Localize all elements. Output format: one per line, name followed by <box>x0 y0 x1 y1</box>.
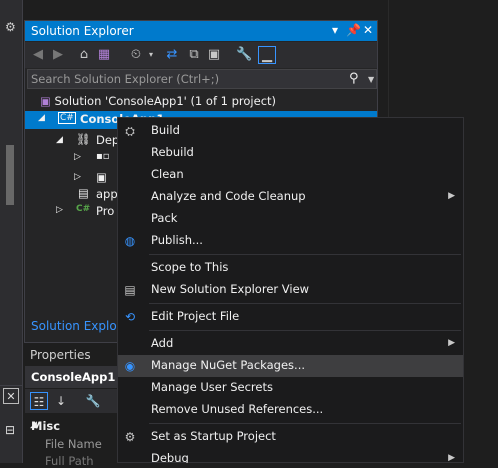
appsettings-label[interactable]: app <box>96 187 118 201</box>
forward-icon[interactable]: ▶ <box>50 46 66 64</box>
csharp-project-icon: C# <box>58 112 76 124</box>
sync-icon[interactable]: ⇄ <box>164 46 180 64</box>
chevron-down-icon[interactable]: ▼ <box>368 75 374 84</box>
chevron-down-icon[interactable]: ▾ <box>146 46 156 64</box>
home-icon[interactable]: ⌂ <box>76 46 92 64</box>
properties-title: Properties <box>30 348 91 362</box>
wrench-icon[interactable]: 🔧 <box>84 392 102 410</box>
refresh-icon: ⟲ <box>124 310 136 324</box>
expand-icon[interactable]: ◢ <box>38 113 45 123</box>
solution-label: Solution 'ConsoleApp1' (1 of 1 project) <box>54 94 277 108</box>
gear-icon: ⚙ <box>124 430 136 444</box>
menu-item-edit-project-file[interactable]: ⟲ Edit Project File <box>118 306 463 328</box>
collapse-arrow-icon[interactable]: ▷ <box>74 172 81 182</box>
submenu-arrow-icon: ▶ <box>448 191 455 201</box>
menu-item-rebuild[interactable]: Rebuild <box>118 142 463 164</box>
categorized-icon[interactable]: ☷ <box>30 392 48 410</box>
history-icon[interactable]: ⏲ <box>128 46 144 64</box>
new-view-icon: ▤ <box>124 283 136 297</box>
analyzers-icon: ▪▫ <box>96 151 110 162</box>
collapse-arrow-icon[interactable]: ▷ <box>74 152 81 162</box>
nuget-icon: ◉ <box>124 359 136 373</box>
property-file-name[interactable]: File Name <box>45 437 102 451</box>
submenu-arrow-icon: ▶ <box>448 338 455 348</box>
program-label[interactable]: Pro <box>96 204 114 218</box>
menu-item-remove-unused-references[interactable]: Remove Unused References... <box>118 399 463 421</box>
globe-icon: ◍ <box>124 234 136 248</box>
left-scrollbar-thumb[interactable] <box>6 145 14 205</box>
alphabetical-icon[interactable]: ↓ <box>52 392 70 410</box>
switch-views-icon[interactable]: ▦ <box>96 46 112 64</box>
gear-icon[interactable]: ⚙ <box>5 20 16 34</box>
csharp-file-icon: C# <box>76 204 91 214</box>
build-icon: ⛭ <box>125 124 135 138</box>
pin-icon[interactable]: 📌 <box>346 23 361 37</box>
file-icon: ▤ <box>78 186 89 200</box>
collapse-icon[interactable]: ⊟ <box>5 423 15 437</box>
menu-item-new-view[interactable]: ▤ New Solution Explorer View <box>118 279 463 301</box>
submenu-arrow-icon: ▶ <box>448 453 455 463</box>
menu-item-set-startup[interactable]: ⚙ Set as Startup Project <box>118 426 463 448</box>
menu-item-manage-nuget[interactable]: ◉ Manage NuGet Packages... <box>118 355 463 377</box>
menu-item-analyze[interactable]: Analyze and Code Cleanup ▶ <box>118 186 463 208</box>
menu-item-publish[interactable]: ◍ Publish... <box>118 230 463 252</box>
close-icon[interactable]: ✕ <box>363 23 373 37</box>
menu-item-build[interactable]: ⛭ Build <box>118 120 463 142</box>
menu-item-add[interactable]: Add ▶ <box>118 333 463 355</box>
wrench-icon[interactable]: 🔧 <box>236 46 252 64</box>
collapse-arrow-icon[interactable]: ▷ <box>56 205 63 215</box>
close-icon[interactable]: ✕ <box>3 388 19 404</box>
search-icon[interactable]: ⚲ <box>349 71 359 86</box>
menu-separator <box>149 423 461 424</box>
tree-solution-row[interactable]: ▣ Solution 'ConsoleApp1' (1 of 1 project… <box>40 94 276 108</box>
menu-item-scope-to-this[interactable]: Scope to This <box>118 257 463 279</box>
left-divider <box>0 385 22 386</box>
menu-item-clean[interactable]: Clean <box>118 164 463 186</box>
property-full-path[interactable]: Full Path <box>45 454 94 468</box>
collapse-all-icon[interactable]: ⧉ <box>186 46 202 64</box>
menu-separator <box>149 303 461 304</box>
solution-icon: ▣ <box>40 94 51 108</box>
show-all-files-icon[interactable]: ▣ <box>206 46 222 64</box>
menu-separator <box>149 254 461 255</box>
back-icon[interactable]: ◀ <box>30 46 46 64</box>
expand-icon[interactable]: ◢ <box>56 135 63 145</box>
search-placeholder: Search Solution Explorer (Ctrl+;) <box>31 72 220 86</box>
menu-item-debug[interactable]: Debug ▶ <box>118 448 463 463</box>
solution-explorer-title: Solution Explorer <box>31 24 134 38</box>
dependencies-icon: ⛓ <box>76 132 91 146</box>
menu-separator <box>149 330 461 331</box>
properties-object-label: ConsoleApp1 P <box>31 370 128 384</box>
menu-item-pack[interactable]: Pack <box>118 208 463 230</box>
menu-item-manage-user-secrets[interactable]: Manage User Secrets <box>118 377 463 399</box>
preview-icon[interactable]: ▁ <box>258 46 276 64</box>
properties-category-misc: Misc <box>31 419 61 433</box>
dropdown-icon[interactable]: ▾ <box>332 23 338 37</box>
frameworks-icon: ▣ <box>96 170 107 184</box>
dependencies-label[interactable]: Dep <box>96 133 119 147</box>
